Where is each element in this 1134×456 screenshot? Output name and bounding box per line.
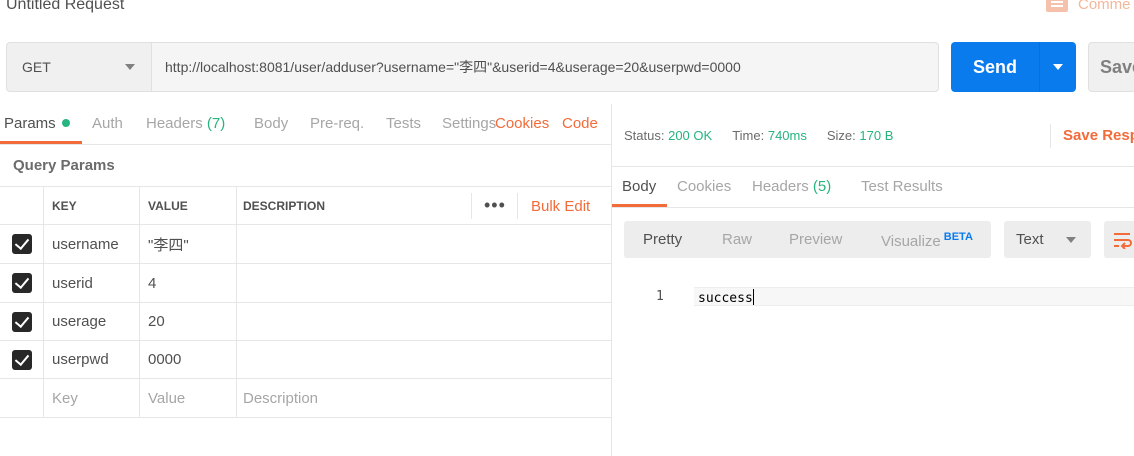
param-key[interactable]: userid xyxy=(44,264,140,302)
view-pretty-button[interactable]: Pretty xyxy=(643,231,682,248)
chevron-down-icon xyxy=(125,64,135,70)
beta-badge: BETA xyxy=(943,231,973,243)
row-checkbox[interactable] xyxy=(11,273,32,293)
new-description-input[interactable]: Description xyxy=(237,379,611,417)
comments-button[interactable]: Comme xyxy=(1046,0,1131,13)
status-value: 200 OK xyxy=(668,128,713,143)
param-value[interactable]: "李四" xyxy=(140,225,237,263)
bulk-edit-link[interactable]: Bulk Edit xyxy=(531,198,590,215)
column-header-key: KEY xyxy=(44,187,140,224)
param-description[interactable] xyxy=(237,264,611,302)
new-value-input[interactable]: Value xyxy=(140,379,237,417)
params-indicator-dot xyxy=(61,119,70,127)
status-label: Status: xyxy=(624,128,665,143)
param-key[interactable]: userpwd xyxy=(44,341,140,378)
text-cursor xyxy=(752,289,755,305)
tab-prereq[interactable]: Pre-req. xyxy=(310,115,364,132)
wrap-lines-icon xyxy=(1114,232,1132,249)
view-mode-group: Pretty Raw Preview Visualize BETA xyxy=(624,221,991,258)
divider xyxy=(1050,124,1051,148)
comment-icon xyxy=(1046,0,1068,12)
tab-test-results[interactable]: Test Results xyxy=(861,178,943,195)
request-title[interactable]: Untitled Request xyxy=(6,0,124,14)
method-select[interactable]: GET xyxy=(6,42,152,92)
comments-label: Comme xyxy=(1078,0,1131,13)
param-value[interactable]: 20 xyxy=(140,303,237,340)
url-input[interactable]: http://localhost:8081/user/adduser?usern… xyxy=(151,42,939,92)
response-headers-count: (5) xyxy=(812,178,832,195)
tab-params[interactable]: Params xyxy=(4,115,70,132)
send-options-button[interactable] xyxy=(1039,42,1076,92)
row-checkbox[interactable] xyxy=(11,311,32,332)
code-link[interactable]: Code xyxy=(562,115,598,132)
request-tabs: Params Auth Headers (7) Body Pre-req. Te… xyxy=(0,104,611,145)
divider xyxy=(471,193,472,219)
more-options-icon[interactable]: ••• xyxy=(484,195,506,216)
format-value: Text xyxy=(1016,231,1044,248)
response-body-content: success xyxy=(698,291,753,306)
column-header-value: VALUE xyxy=(140,187,237,224)
response-meta: Status: 200 OK Time: 740ms Size: 170 B xyxy=(624,128,893,143)
line-number: 1 xyxy=(656,289,664,304)
table-row: userpwd 0000 xyxy=(0,341,611,379)
param-key[interactable]: userage xyxy=(44,303,140,340)
tab-response-body[interactable]: Body xyxy=(622,178,656,195)
wrap-lines-button[interactable] xyxy=(1104,221,1134,258)
chevron-down-icon xyxy=(1053,64,1063,70)
table-header: KEY VALUE DESCRIPTION ••• Bulk Edit xyxy=(0,186,611,225)
visualize-label: Visualize xyxy=(881,233,941,250)
table-row: username "李四" xyxy=(0,225,611,264)
row-checkbox[interactable] xyxy=(11,234,32,254)
tab-tests[interactable]: Tests xyxy=(386,115,421,132)
method-value: GET xyxy=(22,59,51,75)
divider xyxy=(612,166,1134,167)
size-label: Size: xyxy=(826,128,856,143)
table-row: userid 4 xyxy=(0,264,611,303)
divider xyxy=(517,193,518,219)
tab-response-headers-label: Headers xyxy=(752,178,809,195)
code-line-highlight xyxy=(694,287,1134,306)
new-key-input[interactable]: Key xyxy=(44,379,140,417)
tab-params-label: Params xyxy=(4,115,56,132)
format-select[interactable]: Text xyxy=(1004,221,1091,258)
tab-response-headers[interactable]: Headers (5) xyxy=(752,178,831,195)
send-button[interactable]: Send xyxy=(951,42,1039,92)
table-row: userage 20 xyxy=(0,303,611,341)
view-visualize-button[interactable]: Visualize BETA xyxy=(881,231,973,250)
view-preview-button[interactable]: Preview xyxy=(789,231,842,248)
headers-count: (7) xyxy=(206,115,226,132)
cookies-link[interactable]: Cookies xyxy=(495,115,549,132)
pane-divider[interactable] xyxy=(611,104,612,456)
row-checkbox[interactable] xyxy=(11,349,32,370)
param-description[interactable] xyxy=(237,225,611,263)
time-value: 740ms xyxy=(767,128,807,143)
param-key[interactable]: username xyxy=(44,225,140,263)
view-raw-button[interactable]: Raw xyxy=(722,231,752,248)
tab-auth[interactable]: Auth xyxy=(92,115,123,132)
active-tab-underline xyxy=(0,141,82,144)
tab-response-cookies[interactable]: Cookies xyxy=(677,178,731,195)
time-label: Time: xyxy=(732,128,765,143)
divider xyxy=(612,207,1134,208)
query-params-title: Query Params xyxy=(13,157,115,174)
tab-headers-label: Headers xyxy=(146,115,203,132)
response-body-text[interactable]: success xyxy=(698,289,755,306)
save-button[interactable]: Save xyxy=(1088,42,1134,92)
param-value[interactable]: 4 xyxy=(140,264,237,302)
param-description[interactable] xyxy=(237,303,611,340)
save-response-button[interactable]: Save Resp xyxy=(1063,127,1134,144)
param-value[interactable]: 0000 xyxy=(140,341,237,378)
size-value: 170 B xyxy=(859,128,894,143)
new-param-row: Key Value Description xyxy=(0,379,611,418)
tab-settings[interactable]: Settings xyxy=(442,115,496,132)
tab-headers[interactable]: Headers (7) xyxy=(146,115,225,132)
chevron-down-icon xyxy=(1066,237,1076,243)
param-description[interactable] xyxy=(237,341,611,378)
tab-body[interactable]: Body xyxy=(254,115,288,132)
